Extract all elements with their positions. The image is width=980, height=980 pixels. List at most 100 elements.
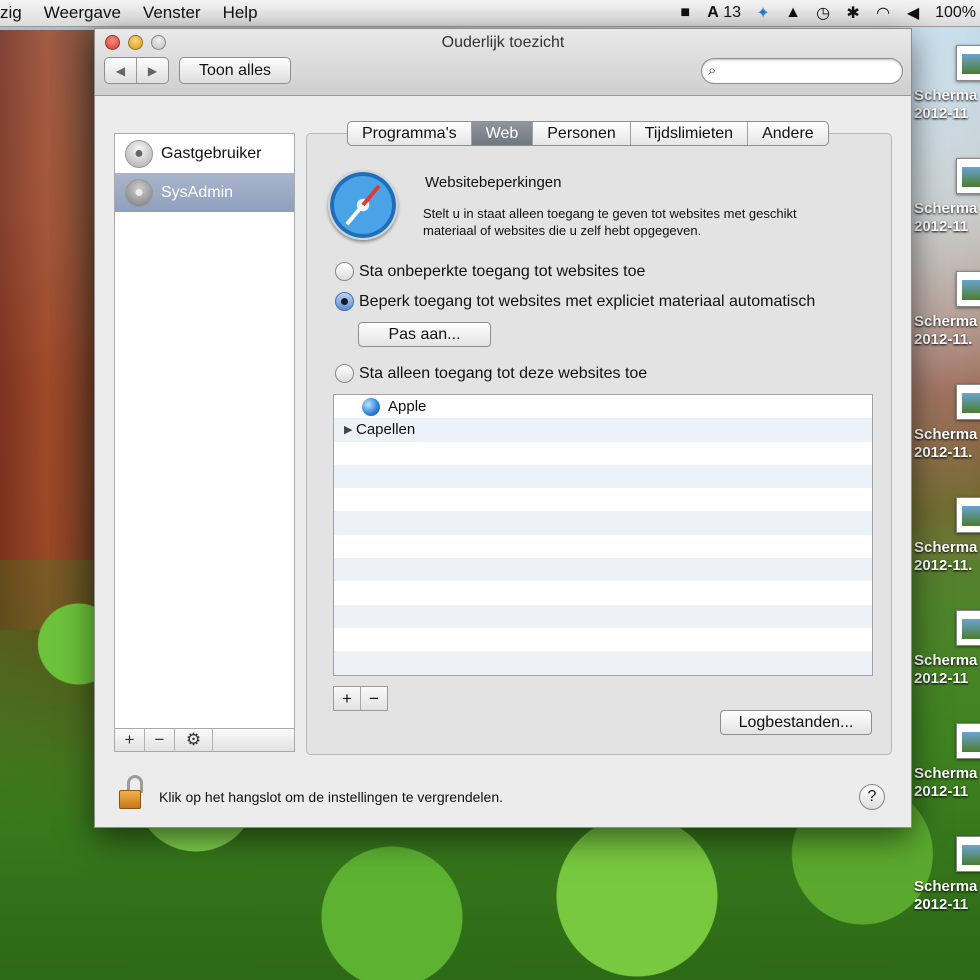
user-list-toolbar: + − ⚙	[114, 728, 295, 752]
radio-unrestricted[interactable]: Sta onbeperkte toegang tot websites toe	[335, 262, 645, 281]
desktop-icon-line1: Scherma	[914, 200, 978, 217]
globe-icon	[362, 397, 380, 416]
desktop-icon-screenshot[interactable]: Scherma 2012-11	[912, 610, 980, 710]
search-icon: ⌕	[708, 62, 717, 79]
radio-allow-only-listed[interactable]: Sta alleen toegang tot deze websites toe	[335, 364, 647, 383]
desktop-icon-line1: Scherma	[914, 87, 978, 104]
desktop-icon-line1: Scherma	[914, 765, 978, 782]
radio-button[interactable]	[335, 292, 354, 311]
screenshot-thumbnail-icon	[956, 497, 980, 533]
search-input[interactable]	[728, 62, 898, 80]
empty-row	[334, 581, 872, 604]
desktop-icon-screenshot[interactable]: Scherma 2012-11	[912, 45, 980, 145]
add-user-button[interactable]: +	[115, 729, 145, 751]
volume-icon[interactable]: ◀	[905, 3, 921, 23]
bluetooth-icon[interactable]: ✱	[845, 3, 861, 23]
tab-andere[interactable]: Andere	[747, 122, 828, 145]
menu-bar: zig Weergave Venster Help ■ A 13 ✦ ▲ ◷ ✱…	[0, 0, 980, 27]
show-all-button[interactable]: Toon alles	[179, 57, 291, 84]
time-machine-icon[interactable]: ◷	[815, 3, 831, 23]
battery-status[interactable]: 100%	[935, 3, 976, 23]
site-label: Capellen	[356, 421, 416, 439]
safari-compass-icon	[328, 170, 398, 240]
dropbox-icon[interactable]: ✦	[755, 3, 771, 23]
padlock-body	[119, 790, 141, 809]
tab-web[interactable]: Web	[470, 122, 533, 145]
disclosure-triangle-icon[interactable]: ▶	[344, 423, 354, 436]
desktop-icon-screenshot[interactable]: Scherma 2012-11.	[912, 384, 980, 484]
section-title: Websitebeperkingen	[425, 174, 562, 191]
desktop-icon-line1: Scherma	[914, 539, 978, 556]
window-title: Ouderlijk toezicht	[441, 34, 565, 51]
hat-icon[interactable]: ▲	[785, 3, 801, 23]
desktop-icon-line2: 2012-11.	[914, 557, 973, 574]
tab-bar: Programma's Web Personen Tijdslimieten A…	[347, 121, 829, 146]
menu-item-help[interactable]: Help	[212, 3, 269, 23]
menu-item-venster[interactable]: Venster	[132, 3, 212, 23]
parental-controls-window: Ouderlijk toezicht ◀ ▶ Toon alles ⌕ ● Ga…	[94, 28, 912, 828]
list-item[interactable]: Apple	[334, 395, 872, 418]
desktop-icon-label: Scherma 2012-11.	[914, 426, 977, 462]
user-item-guest[interactable]: ● Gastgebruiker	[115, 134, 294, 173]
search-field[interactable]: ⌕	[701, 58, 903, 84]
menu-item-weergave[interactable]: Weergave	[33, 3, 132, 23]
help-button[interactable]: ?	[859, 784, 885, 810]
section-description: Stelt u in staat alleen toegang te geven…	[423, 206, 797, 238]
radio-button[interactable]	[335, 262, 354, 281]
list-item[interactable]: ▶ Capellen	[334, 418, 872, 442]
desktop-icon-line1: Scherma	[914, 313, 978, 330]
site-label: Apple	[388, 398, 427, 416]
desktop-icon-label: Scherma 2012-11	[914, 652, 977, 688]
radio-restrict-explicit[interactable]: Beperk toegang tot websites met explicie…	[335, 292, 815, 311]
tab-programmas[interactable]: Programma's	[348, 122, 471, 145]
desktop-icon-screenshot[interactable]: Scherma 2012-11	[912, 158, 980, 258]
empty-row	[334, 511, 872, 535]
desktop-icon-line1: Scherma	[914, 426, 978, 443]
forward-button[interactable]: ▶	[136, 58, 168, 83]
adobe-icon[interactable]: A 13	[707, 3, 741, 23]
desktop-icon-screenshot[interactable]: Scherma 2012-11.	[912, 497, 980, 597]
screenshot-thumbnail-icon	[956, 610, 980, 646]
user-avatar-icon: ●	[125, 178, 153, 207]
lock-instruction: Klik op het hangslot om de instellingen …	[159, 789, 503, 805]
back-button[interactable]: ◀	[105, 58, 136, 83]
user-name: Gastgebruiker	[161, 144, 262, 162]
logs-button[interactable]: Logbestanden...	[720, 710, 872, 735]
empty-row	[334, 558, 872, 582]
desktop-icon-line2: 2012-11	[914, 105, 969, 122]
desktop-icon-screenshot[interactable]: Scherma 2012-11	[912, 723, 980, 823]
tab-tijdslimieten[interactable]: Tijdslimieten	[629, 122, 747, 145]
desktop-wallpaper-cliff	[0, 30, 95, 630]
add-site-button[interactable]: +	[334, 687, 360, 710]
customize-button[interactable]: Pas aan...	[358, 322, 491, 347]
user-item-sysadmin[interactable]: ● SysAdmin	[115, 173, 294, 212]
desktop-icon-line1: Scherma	[914, 878, 978, 895]
wifi-icon[interactable]: ◠	[875, 3, 891, 23]
desktop-icon-screenshot[interactable]: Scherma 2012-11.	[912, 271, 980, 371]
desktop-icon-line2: 2012-11	[914, 896, 969, 913]
empty-row	[334, 464, 872, 489]
desktop-icon-label: Scherma 2012-11	[914, 765, 977, 801]
remove-user-button[interactable]: −	[145, 729, 175, 751]
remove-site-button[interactable]: −	[360, 687, 387, 710]
evernote-icon[interactable]: ■	[677, 3, 693, 23]
padlock-icon[interactable]	[119, 775, 145, 809]
radio-button[interactable]	[335, 364, 354, 383]
sites-toolbar: + −	[333, 686, 388, 711]
desktop-icon-label: Scherma 2012-11	[914, 878, 977, 914]
adobe-icon-glyph: A	[707, 4, 719, 21]
screenshot-thumbnail-icon	[956, 45, 980, 81]
desktop-icon-screenshot[interactable]: Scherma 2012-11	[912, 836, 980, 936]
screenshot-thumbnail-icon	[956, 158, 980, 194]
screenshot-thumbnail-icon	[956, 384, 980, 420]
desktop-icon-label: Scherma 2012-11.	[914, 539, 977, 575]
gear-icon[interactable]: ⚙	[175, 729, 213, 751]
window-titlebar[interactable]: Ouderlijk toezicht ◀ ▶ Toon alles ⌕	[95, 29, 911, 96]
empty-row	[334, 488, 872, 511]
menu-item-view-prev[interactable]: zig	[0, 3, 33, 23]
desktop-icon-label: Scherma 2012-11	[914, 200, 977, 236]
tab-personen[interactable]: Personen	[532, 122, 630, 145]
user-list: ● Gastgebruiker ● SysAdmin	[114, 133, 295, 752]
desktop-icon-line2: 2012-11	[914, 670, 969, 687]
chevron-right-icon: ▶	[147, 63, 158, 78]
